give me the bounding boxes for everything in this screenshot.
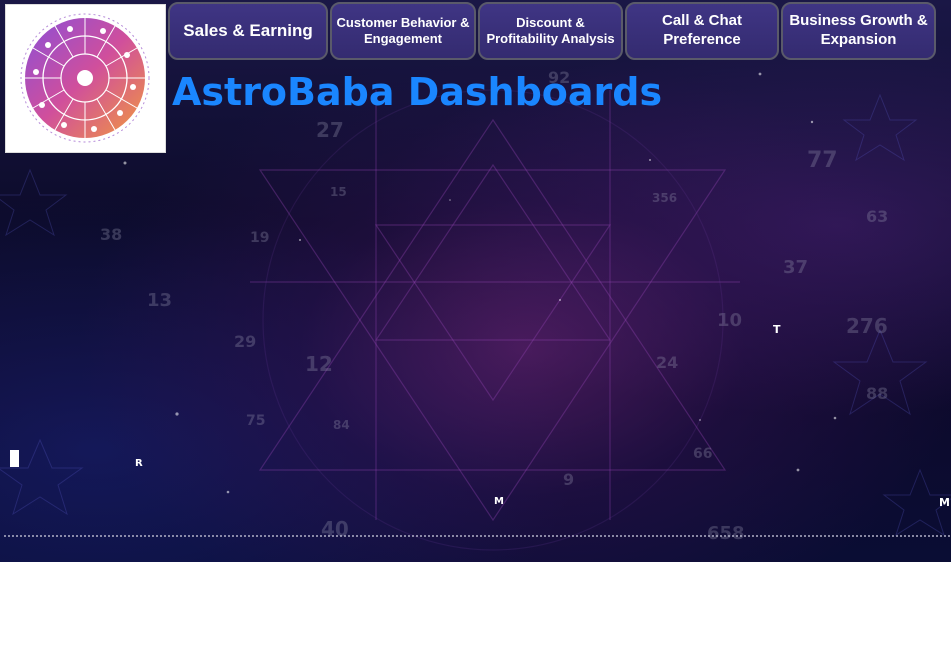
tab-business-growth[interactable]: Business Growth & Expansion [781,2,936,60]
dotted-divider [4,535,950,537]
visual-marker: M [494,496,504,507]
tab-call-chat-preference[interactable]: Call & Chat Preference [625,2,779,60]
bg-number: 63 [866,207,889,226]
dashboard-canvas: 27 92 77 15 356 63 19 38 37 13 276 10 29… [0,0,951,562]
bg-number: 356 [652,191,678,205]
bg-number: 10 [717,310,743,331]
bg-number: 15 [330,185,347,199]
zodiac-wheel-icon [20,13,150,143]
bg-number: 13 [147,290,173,311]
bg-number: 24 [656,353,679,372]
tab-label: Discount & Profitability Analysis [486,14,615,46]
bg-number: 38 [100,225,123,244]
bg-number: 19 [250,230,270,246]
tab-label: Business Growth & Expansion [789,12,928,48]
bg-number: 12 [305,352,333,376]
bg-number: 37 [783,257,809,278]
bg-number: 88 [866,384,889,403]
bg-number: 658 [707,523,745,544]
tab-label: Sales & Earning [183,21,313,41]
bg-number: 84 [333,418,350,432]
bg-number: 40 [321,517,349,541]
bg-number: 75 [246,413,266,429]
bg-number: 66 [693,446,713,462]
visual-marker: R [135,458,143,469]
page-title: AstroBaba Dashboards [172,70,663,114]
tab-discount-profitability[interactable]: Discount & Profitability Analysis [478,2,623,60]
bg-number: 77 [807,148,838,173]
tab-sales-earning[interactable]: Sales & Earning [168,2,328,60]
visual-marker: M [939,496,950,509]
visual-marker: T [773,323,781,336]
tab-label: Customer Behavior & Engagement [336,14,470,46]
bg-number: 276 [846,314,888,338]
astrobaba-logo [5,4,166,153]
visual-placeholder [10,450,19,467]
tab-label: Call & Chat Preference [661,12,742,48]
bg-number: 27 [316,118,344,142]
bg-number: 29 [234,332,257,351]
bg-number: 9 [563,470,575,489]
tab-customer-behavior[interactable]: Customer Behavior & Engagement [330,2,476,60]
